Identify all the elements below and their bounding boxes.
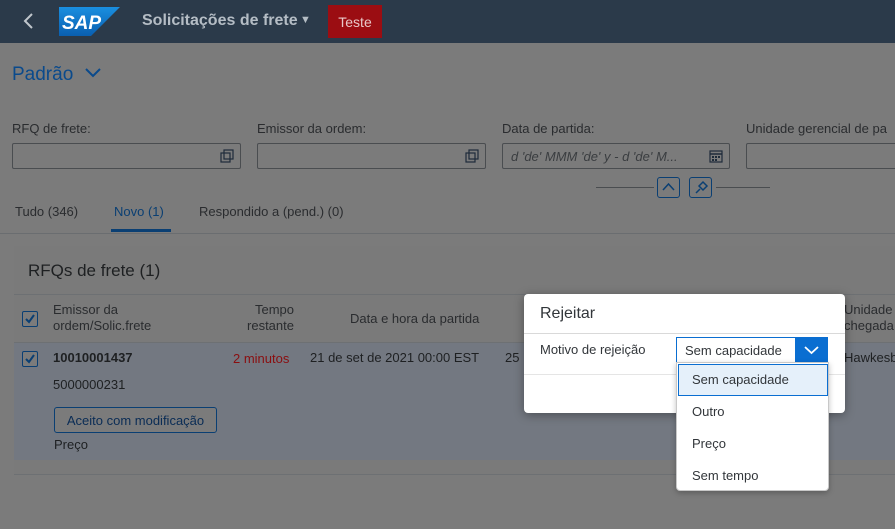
tab-bar: Tudo (346) Novo (1) Respondido a (pend.)… — [0, 198, 895, 234]
rejection-reason-dropdown: Sem capacidade Outro Preço Sem tempo — [676, 362, 829, 491]
value-help-icon[interactable] — [465, 149, 479, 163]
environment-badge: Teste — [328, 5, 382, 38]
cell-next-column: 25 — [505, 350, 520, 365]
pin-header-button[interactable] — [689, 177, 712, 198]
select-all-checkbox[interactable] — [22, 311, 38, 327]
col-header-issuer[interactable]: Emissor da ordem/Solic.frete — [53, 302, 151, 334]
cell-reason: Preço — [54, 437, 88, 452]
rejection-reason-label: Motivo de rejeição — [540, 342, 646, 357]
row-checkbox[interactable] — [22, 351, 38, 367]
app-title[interactable]: Solicitações de frete — [142, 12, 298, 30]
back-icon[interactable] — [22, 10, 40, 32]
departure-date-input[interactable]: d 'de' MMM 'de' y - d 'de' M... — [502, 143, 730, 169]
date-placeholder: d 'de' MMM 'de' y - d 'de' M... — [511, 149, 678, 164]
chevron-down-icon — [804, 346, 819, 355]
calendar-icon[interactable] — [709, 149, 723, 163]
col-header-time-line2: restante — [247, 318, 294, 333]
filter-label-rfq: RFQ de frete: — [12, 121, 91, 136]
chevron-up-icon — [662, 182, 675, 191]
shell-bar: SAP Solicitações de frete ▼ Teste — [0, 0, 895, 43]
cell-departure: 21 de set de 2021 00:00 EST — [310, 350, 480, 365]
pin-icon — [695, 180, 709, 194]
filter-label-departure: Data de partida: — [502, 121, 595, 136]
col-header-departure[interactable]: Data e hora da partida — [350, 311, 479, 327]
value-help-icon[interactable] — [220, 149, 234, 163]
variant-chevron-icon[interactable] — [84, 66, 102, 80]
col-header-issuer-line2: ordem/Solic.frete — [53, 318, 152, 333]
option-price[interactable]: Preço — [678, 428, 828, 460]
sap-logo[interactable]: SAP — [59, 7, 120, 36]
filterbar-divider — [596, 187, 654, 188]
tab-all[interactable]: Tudo (346) — [15, 204, 78, 219]
option-no-capacity[interactable]: Sem capacidade — [678, 364, 828, 396]
active-tab-indicator — [111, 229, 171, 232]
checkmark-icon — [25, 314, 35, 324]
variant-title[interactable]: Padrão — [12, 64, 73, 86]
app-title-chevron-icon[interactable]: ▼ — [300, 14, 311, 26]
collapse-header-button[interactable] — [657, 177, 680, 198]
logo-text: SAP — [62, 13, 101, 34]
dialog-title: Rejeitar — [540, 305, 596, 322]
cell-time-left: 2 minutos — [233, 351, 290, 366]
cell-rfq-number[interactable]: 10010001437 — [53, 350, 133, 365]
col-header-unit-line2: chegada — [844, 318, 894, 333]
cell-unit: Hawkesb — [844, 350, 895, 365]
selected-reason: Sem capacidade — [685, 343, 782, 358]
option-no-time[interactable]: Sem tempo — [678, 460, 828, 492]
table-title: RFQs de frete (1) — [28, 261, 161, 280]
issuer-input[interactable] — [257, 143, 486, 169]
dropdown-toggle-button[interactable] — [795, 337, 828, 363]
accept-with-modification-button[interactable]: Aceito com modificação — [54, 407, 217, 433]
tab-new[interactable]: Novo (1) — [114, 204, 164, 219]
col-header-unit-line1: Unidade — [844, 302, 893, 317]
col-header-time-line1: Tempo — [254, 302, 294, 317]
col-header-unit[interactable]: Unidade chegada — [844, 302, 894, 334]
unit-input[interactable] — [746, 143, 895, 169]
filter-label-unit: Unidade gerencial de pa — [746, 121, 887, 136]
rfq-input[interactable] — [12, 143, 241, 169]
rejection-reason-select[interactable]: Sem capacidade — [676, 337, 828, 363]
tab-responded[interactable]: Respondido a (pend.) (0) — [199, 204, 344, 219]
checkmark-icon — [25, 354, 35, 364]
col-header-time[interactable]: Tempo restante — [243, 302, 294, 334]
col-header-issuer-line1: Emissor da — [53, 302, 119, 317]
dialog-header-divider — [524, 333, 845, 334]
cell-issuer: 5000000231 — [53, 377, 126, 392]
filterbar-divider — [716, 187, 770, 188]
option-other[interactable]: Outro — [678, 396, 828, 428]
filter-label-issuer: Emissor da ordem: — [257, 121, 367, 136]
